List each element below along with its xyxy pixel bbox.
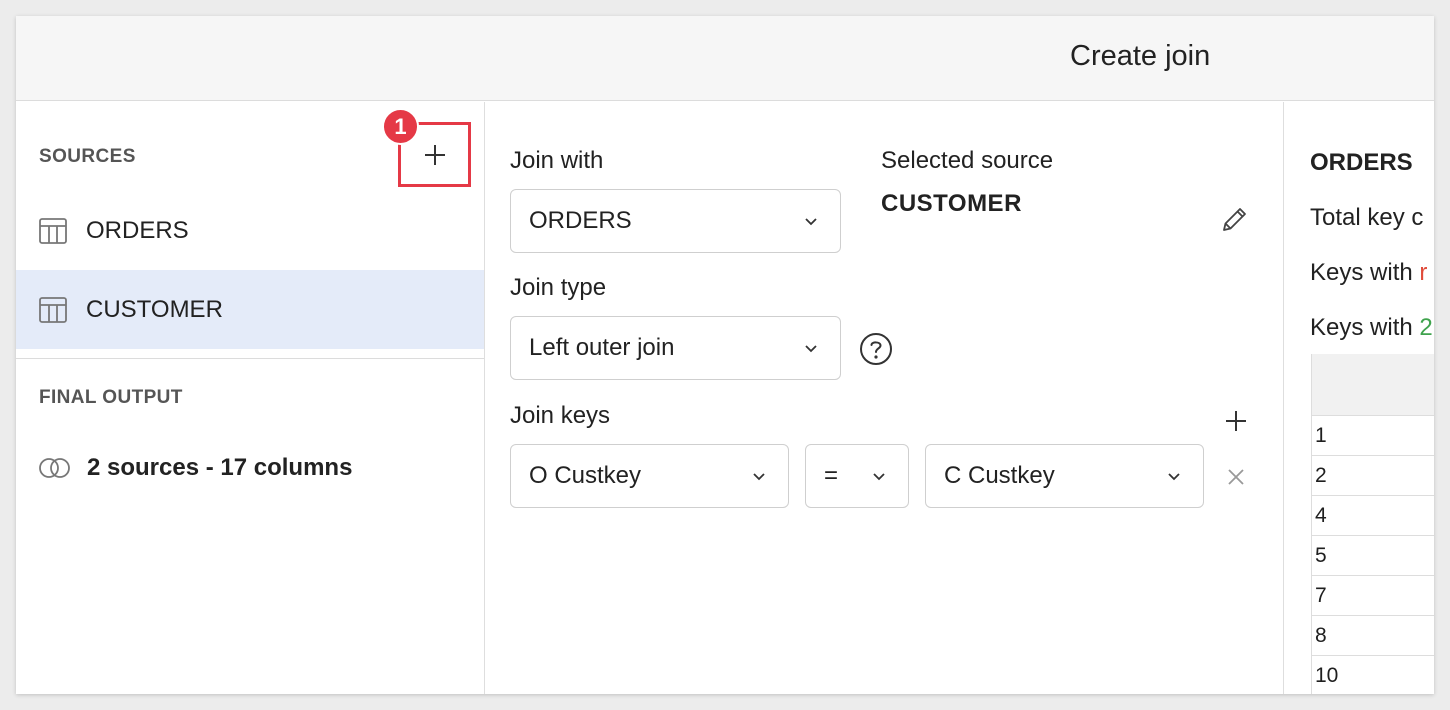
join-keys-label: Join keys	[510, 402, 611, 429]
join-with-label: Join with	[510, 147, 604, 174]
edit-source-button[interactable]	[1216, 202, 1252, 238]
chevron-down-icon	[1168, 473, 1180, 481]
plus-icon	[1226, 411, 1246, 431]
table-row: 7	[1312, 576, 1434, 616]
source-item-label: CUSTOMER	[86, 295, 223, 323]
join-key-right-select[interactable]: C Custkey	[925, 444, 1204, 508]
selected-source-label: Selected source	[881, 147, 1054, 174]
preview-table: 1 2 4 5 7 8 10	[1311, 354, 1434, 694]
venn-join-icon	[39, 458, 70, 478]
preview-keys-prefix: Keys with	[1310, 314, 1420, 341]
table-row: 8	[1312, 616, 1434, 656]
join-config-panel: Join with Selected source ORDERS CUSTOME…	[486, 102, 1284, 694]
help-icon	[860, 333, 892, 365]
sources-label: SOURCES	[39, 146, 136, 167]
plus-icon	[424, 144, 445, 165]
chevron-down-icon	[805, 345, 817, 353]
table-header	[1312, 354, 1434, 416]
join-key-operator-value: =	[824, 462, 839, 489]
step-badge: 1	[382, 108, 419, 145]
close-icon	[1228, 469, 1244, 485]
table-row: 5	[1312, 536, 1434, 576]
dialog-header: Create join	[16, 16, 1434, 101]
join-type-select[interactable]: Left outer join	[510, 316, 841, 380]
chevron-down-icon	[753, 473, 765, 481]
pencil-icon	[1223, 208, 1246, 231]
preview-keys-count: r	[1419, 259, 1428, 286]
source-item-customer[interactable]: CUSTOMER	[16, 270, 484, 349]
join-with-select[interactable]: ORDERS	[510, 189, 841, 253]
final-output-label: FINAL OUTPUT	[39, 387, 183, 408]
preview-keys-matched: Keys with 2	[1310, 314, 1433, 342]
create-join-dialog: Create join SOURCES 1 ORDERS CUSTOMER FI…	[16, 16, 1434, 694]
table-icon	[39, 296, 67, 323]
preview-keys-count: 2	[1419, 314, 1433, 341]
preview-title: ORDERS	[1310, 149, 1413, 176]
join-with-value: ORDERS	[529, 207, 632, 234]
preview-keys-unmatched: Keys with r	[1310, 259, 1427, 287]
table-row: 10	[1312, 656, 1434, 694]
join-type-help-button[interactable]	[859, 332, 893, 366]
table-row: 1	[1312, 416, 1434, 456]
remove-join-key-button[interactable]	[1225, 466, 1247, 488]
join-key-left-select[interactable]: O Custkey	[510, 444, 789, 508]
preview-keys-prefix: Keys with	[1310, 259, 1420, 286]
table-icon	[39, 217, 67, 244]
join-key-left-value: O Custkey	[529, 462, 642, 489]
table-row: 4	[1312, 496, 1434, 536]
final-output-item[interactable]: 2 sources - 17 columns	[38, 454, 352, 482]
chevron-down-icon	[805, 218, 817, 226]
preview-panel: ORDERS Total key c Keys with r Keys with…	[1285, 102, 1434, 694]
selected-source-value: CUSTOMER	[881, 190, 1022, 217]
join-key-operator-select[interactable]: =	[805, 444, 909, 508]
final-output-summary: 2 sources - 17 columns	[87, 454, 353, 481]
sources-panel: SOURCES 1 ORDERS CUSTOMER FINAL OUTPUT 2…	[16, 102, 485, 694]
source-item-label: ORDERS	[86, 216, 189, 244]
join-key-right-value: C Custkey	[944, 462, 1055, 489]
join-type-value: Left outer join	[529, 334, 675, 361]
chevron-down-icon	[873, 473, 885, 481]
divider	[16, 358, 484, 359]
table-row: 2	[1312, 456, 1434, 496]
add-join-key-button[interactable]	[1223, 408, 1249, 434]
preview-total-keys: Total key c	[1310, 204, 1424, 231]
source-item-orders[interactable]: ORDERS	[16, 191, 484, 270]
join-type-label: Join type	[510, 274, 607, 301]
dialog-title: Create join	[1070, 40, 1211, 72]
